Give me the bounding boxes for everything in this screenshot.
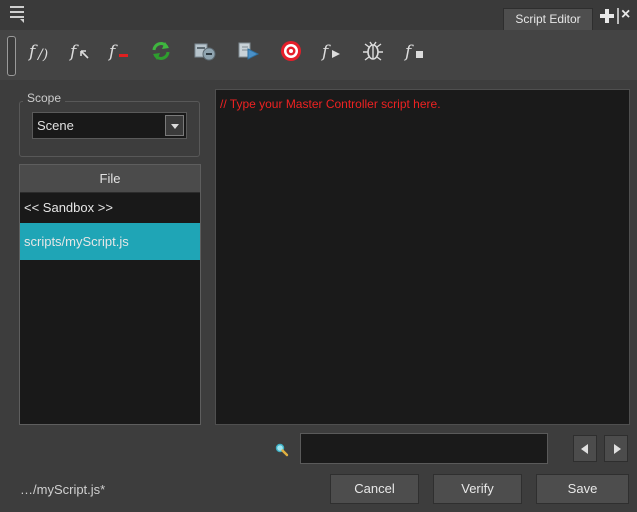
verify-button[interactable]: Verify — [433, 474, 522, 504]
svg-text:f: f — [403, 42, 414, 62]
list-item-myscript[interactable]: scripts/myScript.js — [20, 223, 200, 260]
list-item-sandbox[interactable]: << Sandbox >> — [20, 193, 200, 223]
save-button[interactable]: Save — [536, 474, 629, 504]
next-button[interactable] — [604, 435, 628, 462]
svg-text:f: f — [107, 42, 118, 62]
svg-text:f: f — [320, 42, 331, 62]
target-icon[interactable] — [278, 38, 304, 64]
script-editor-area[interactable]: // Type your Master Controller script he… — [215, 89, 630, 425]
function-new-icon[interactable]: f/) — [28, 38, 54, 64]
editor-code-text: // Type your Master Controller script he… — [220, 97, 441, 111]
tab-script-editor[interactable]: Script Editor — [503, 8, 593, 30]
toolbar-grip-handle[interactable] — [7, 36, 16, 76]
import-script-icon[interactable] — [192, 38, 218, 64]
search-input[interactable] — [300, 433, 548, 464]
file-column-header: File — [20, 165, 200, 193]
search-icon — [275, 443, 289, 457]
scope-label: Scope — [23, 91, 66, 105]
run-configuration-icon[interactable] — [236, 38, 262, 64]
function-rename-icon[interactable]: f — [67, 38, 93, 64]
toolbar: f/) f f f f — [0, 30, 637, 80]
file-list: File << Sandbox >> scripts/myScript.js — [19, 164, 201, 425]
chevron-down-icon[interactable] — [165, 115, 184, 136]
run-function-icon[interactable]: f — [319, 38, 345, 64]
scope-selected-value: Scene — [37, 118, 74, 133]
scope-dropdown[interactable]: Scene — [32, 112, 187, 139]
previous-button[interactable] — [573, 435, 597, 462]
refresh-icon[interactable] — [148, 38, 174, 64]
panel-tab-bar: Script Editor × — [0, 0, 637, 30]
function-delete-icon[interactable]: f — [106, 38, 132, 64]
menu-icon[interactable] — [10, 6, 24, 23]
stop-function-icon[interactable]: f — [402, 38, 428, 64]
tab-divider — [617, 8, 619, 24]
status-filename: …/myScript.js* — [20, 482, 106, 497]
debug-icon[interactable] — [360, 38, 386, 64]
add-view-icon[interactable] — [600, 9, 614, 23]
svg-text:/): /) — [36, 47, 48, 63]
cancel-button[interactable]: Cancel — [330, 474, 419, 504]
close-icon[interactable]: × — [621, 7, 635, 23]
svg-text:f: f — [68, 42, 79, 62]
svg-text:f: f — [28, 42, 38, 62]
